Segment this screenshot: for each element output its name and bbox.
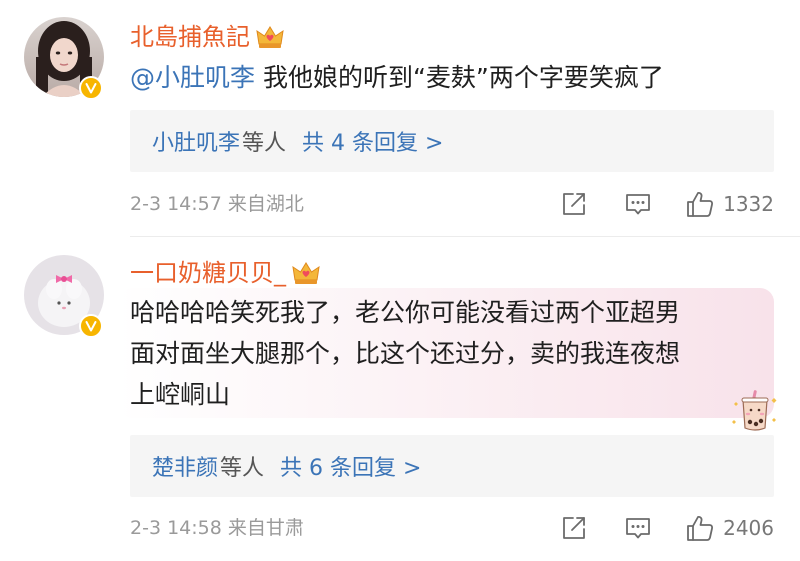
share-icon[interactable] xyxy=(559,189,589,219)
reply-count-link[interactable]: 共 6 条回复 > xyxy=(280,450,421,482)
thumbs-up-icon[interactable] xyxy=(685,513,715,543)
share-icon[interactable] xyxy=(559,513,589,543)
reply-author[interactable]: 小肚叽李 xyxy=(152,125,240,157)
comment-item: 北島捕魚記 @小肚叽李 我他娘的听到“麦麸”两个字要笑疯了 小肚叽李 等人共 4 … xyxy=(0,0,800,236)
crown-badge-icon[interactable] xyxy=(256,25,284,49)
reply-author[interactable]: 楚非颜 xyxy=(152,450,218,482)
comment-actions: 2406 xyxy=(559,512,774,544)
like-count: 2406 xyxy=(723,516,774,540)
comment-line: 上崆峒山 xyxy=(130,380,231,409)
comment-meta: 2-3 14:58 来自甘肃 xyxy=(130,517,304,539)
comment-actions: 1332 xyxy=(559,188,774,220)
crown-badge-icon[interactable] xyxy=(292,261,320,285)
mention-link[interactable]: @小肚叽李 xyxy=(130,63,255,92)
comment-body: 哈哈哈哈笑死我了，老公你可能没看过两个亚超男 面对面坐大腿那个，比这个还过分，卖… xyxy=(130,292,760,415)
comment-item: 一口奶糖贝贝_ 哈哈哈哈笑死我了，老公你可能没看过两个亚超男 面对面坐大腿那个，… xyxy=(0,236,800,561)
username[interactable]: 一口奶糖贝贝_ xyxy=(130,257,286,289)
comment-line: 面对面坐大腿那个，比这个还过分，卖的我连夜想 xyxy=(130,339,681,368)
username[interactable]: 北島捕魚記 xyxy=(130,21,250,53)
replies-preview[interactable]: 小肚叽李 等人共 4 条回复 > xyxy=(130,110,774,172)
verified-badge-icon xyxy=(79,76,103,100)
verified-badge-icon xyxy=(79,314,103,338)
comment-line: 哈哈哈哈笑死我了，老公你可能没看过两个亚超男 xyxy=(130,298,681,327)
comment-text: @小肚叽李 我他娘的听到“麦麸”两个字要笑疯了 xyxy=(130,59,664,97)
reply-suffix: 等人 xyxy=(242,131,287,156)
thumbs-up-icon[interactable] xyxy=(685,189,715,219)
comment-icon[interactable] xyxy=(623,513,653,543)
reply-count-link[interactable]: 共 4 条回复 > xyxy=(302,125,443,157)
comment-icon[interactable] xyxy=(623,189,653,219)
reply-suffix: 等人 xyxy=(220,456,265,481)
comment-body: 我他娘的听到“麦麸”两个字要笑疯了 xyxy=(255,63,664,92)
like-count: 1332 xyxy=(723,192,774,216)
comment-meta: 2-3 14:57 来自湖北 xyxy=(130,193,304,215)
milk-tea-sticker-icon xyxy=(728,388,782,434)
replies-preview[interactable]: 楚非颜 等人共 6 条回复 > xyxy=(130,435,774,497)
